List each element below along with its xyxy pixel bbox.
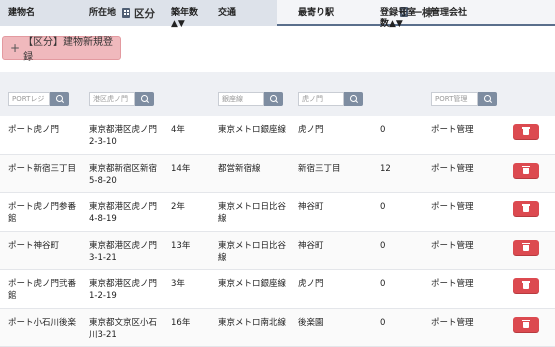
cell-address: 東京都港区虎ノ門3-1-21 bbox=[89, 240, 165, 264]
filter-transit: 銀座線 bbox=[218, 92, 283, 106]
filter-name-input[interactable]: PORTレジ bbox=[8, 92, 50, 106]
cell-station: 新宿三丁目 bbox=[298, 163, 341, 175]
search-icon[interactable] bbox=[135, 92, 154, 106]
cell-transit: 東京メトロ南北線 bbox=[218, 317, 294, 329]
delete-button[interactable] bbox=[513, 124, 539, 139]
cell-name: ポート虎ノ門参番館 bbox=[8, 201, 83, 225]
cell-address: 東京都新宿区新宿5-8-20 bbox=[89, 163, 165, 187]
cell-transit: 東京メトロ日比谷線 bbox=[218, 201, 294, 225]
column-header-transit: 交通 bbox=[218, 8, 236, 19]
cell-address: 東京都港区虎ノ門2-3-10 bbox=[89, 124, 165, 148]
building-icon bbox=[122, 8, 130, 18]
cell-company: ポート管理 bbox=[431, 278, 474, 290]
cell-rooms: 0 bbox=[380, 124, 385, 136]
table-row: ポート虎ノ門参番館 東京都港区虎ノ門4-8-19 2年 東京メトロ日比谷線 神谷… bbox=[0, 193, 555, 232]
cell-age: 13年 bbox=[171, 240, 190, 252]
cell-age: 16年 bbox=[171, 317, 190, 329]
cell-company: ポート管理 bbox=[431, 124, 474, 136]
tab-bar: 区分 一棟 bbox=[0, 0, 555, 26]
cell-rooms: 0 bbox=[380, 278, 385, 290]
cell-rooms: 0 bbox=[380, 317, 385, 329]
search-icon[interactable] bbox=[50, 92, 69, 106]
cell-station: 神谷町 bbox=[298, 201, 324, 213]
search-icon[interactable] bbox=[344, 92, 363, 106]
tab-label: 区分 bbox=[134, 6, 155, 21]
cell-station: 虎ノ門 bbox=[298, 278, 324, 290]
filter-address: 港区虎ノ門 bbox=[89, 92, 154, 106]
column-header-company: 管理会社 bbox=[431, 8, 467, 19]
column-header-age[interactable]: 築年数▲▼ bbox=[171, 8, 203, 30]
cell-rooms: 12 bbox=[380, 163, 391, 175]
filter-company-input[interactable]: PORT管理 bbox=[431, 92, 478, 106]
column-header-address: 所在地 bbox=[89, 8, 116, 19]
cell-transit: 東京メトロ銀座線 bbox=[218, 278, 294, 290]
filter-address-input[interactable]: 港区虎ノ門 bbox=[89, 92, 135, 106]
filter-company: PORT管理 bbox=[431, 92, 497, 106]
add-building-label: 【区分】建物新規登録 bbox=[23, 33, 120, 63]
cell-age: 14年 bbox=[171, 163, 190, 175]
table-row: ポート虎ノ門 東京都港区虎ノ門2-3-10 4年 東京メトロ銀座線 虎ノ門 0 … bbox=[0, 116, 555, 155]
plus-icon: + bbox=[10, 41, 20, 55]
add-building-button[interactable]: + 【区分】建物新規登録 bbox=[2, 36, 121, 60]
cell-age: 4年 bbox=[171, 124, 185, 136]
cell-name: ポート神谷町 bbox=[8, 240, 83, 252]
cell-age: 3年 bbox=[171, 278, 185, 290]
cell-rooms: 0 bbox=[380, 240, 385, 252]
filter-station: 虎ノ門 bbox=[298, 92, 363, 106]
delete-button[interactable] bbox=[513, 317, 539, 332]
cell-company: ポート管理 bbox=[431, 240, 474, 252]
filter-transit-input[interactable]: 銀座線 bbox=[218, 92, 264, 106]
search-icon[interactable] bbox=[478, 92, 497, 106]
search-icon[interactable] bbox=[264, 92, 283, 106]
cell-company: ポート管理 bbox=[431, 317, 474, 329]
cell-station: 虎ノ門 bbox=[298, 124, 324, 136]
cell-station: 後楽園 bbox=[298, 317, 324, 329]
column-header-rooms[interactable]: 登録号室数▲▼ bbox=[380, 8, 418, 30]
table-row: ポート新宿三丁目 東京都新宿区新宿5-8-20 14年 都営新宿線 新宿三丁目 … bbox=[0, 155, 555, 194]
filter-station-input[interactable]: 虎ノ門 bbox=[298, 92, 344, 106]
cell-name: ポート虎ノ門 bbox=[8, 124, 83, 136]
cell-address: 東京都港区虎ノ門1-2-19 bbox=[89, 278, 165, 302]
column-header-name: 建物名 bbox=[8, 8, 35, 19]
delete-button[interactable] bbox=[513, 163, 539, 178]
cell-transit: 東京メトロ日比谷線 bbox=[218, 240, 294, 264]
cell-name: ポート小石川後楽 bbox=[8, 317, 83, 329]
cell-transit: 都営新宿線 bbox=[218, 163, 294, 175]
cell-name: ポート新宿三丁目 bbox=[8, 163, 83, 175]
cell-company: ポート管理 bbox=[431, 201, 474, 213]
table-row: ポート虎ノ門弐番館 東京都港区虎ノ門1-2-19 3年 東京メトロ銀座線 虎ノ門… bbox=[0, 270, 555, 309]
table-row: ポート小石川後楽 東京都文京区小石川3-21 16年 東京メトロ南北線 後楽園 … bbox=[0, 309, 555, 347]
delete-button[interactable] bbox=[513, 240, 539, 255]
delete-button[interactable] bbox=[513, 201, 539, 216]
delete-button[interactable] bbox=[513, 278, 539, 293]
cell-transit: 東京メトロ銀座線 bbox=[218, 124, 294, 136]
cell-address: 東京都文京区小石川3-21 bbox=[89, 317, 165, 341]
cell-age: 2年 bbox=[171, 201, 185, 213]
filter-name: PORTレジ bbox=[8, 92, 69, 106]
cell-company: ポート管理 bbox=[431, 163, 474, 175]
cell-name: ポート虎ノ門弐番館 bbox=[8, 278, 83, 302]
cell-rooms: 0 bbox=[380, 201, 385, 213]
table-row: ポート神谷町 東京都港区虎ノ門3-1-21 13年 東京メトロ日比谷線 神谷町 … bbox=[0, 232, 555, 271]
column-header-station: 最寄り駅 bbox=[298, 8, 334, 19]
table-body: ポート虎ノ門 東京都港区虎ノ門2-3-10 4年 東京メトロ銀座線 虎ノ門 0 … bbox=[0, 116, 555, 347]
cell-station: 神谷町 bbox=[298, 240, 324, 252]
cell-address: 東京都港区虎ノ門4-8-19 bbox=[89, 201, 165, 225]
